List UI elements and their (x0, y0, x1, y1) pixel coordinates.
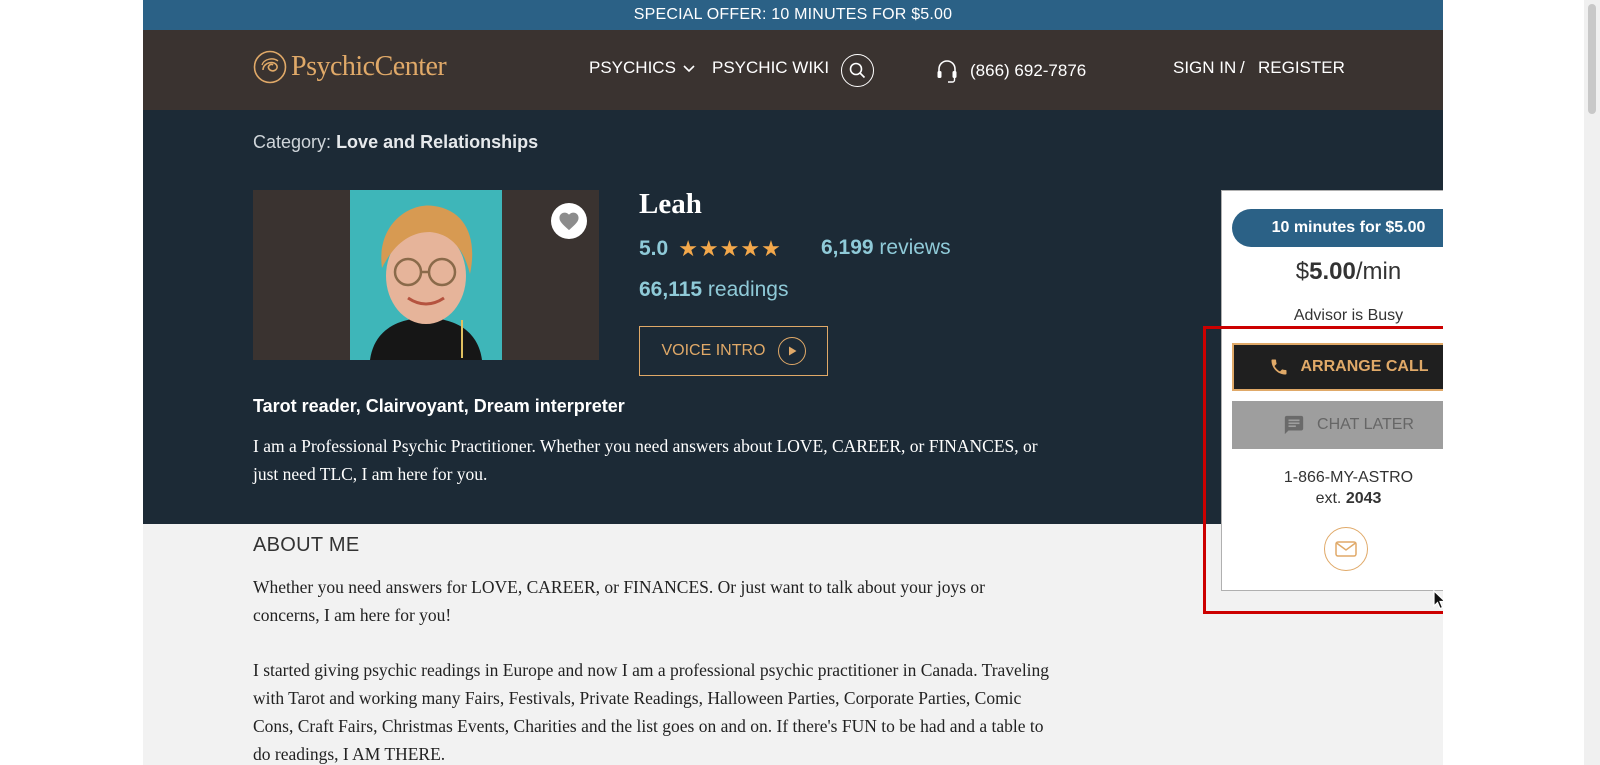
advisor-specialties: Tarot reader, Clairvoyant, Dream interpr… (253, 396, 625, 416)
about-paragraph: I started giving psychic readings in Eur… (253, 660, 1050, 764)
rating: 5.0 ★★★★★ (639, 236, 782, 262)
phone-number[interactable]: 1-866-MY-ASTRO (1222, 467, 1443, 488)
rate-value: 5.00 (1309, 258, 1356, 285)
advisor-phone-extension: 1-866-MY-ASTRO ext. 2043 (1222, 467, 1443, 509)
advisor-status: Advisor is Busy (1293, 307, 1404, 324)
contact-card: 10 minutes for $5.00 $5.00/min Advisor i… (1221, 190, 1443, 591)
ext-label: ext. (1315, 490, 1342, 507)
search-button[interactable] (841, 54, 874, 87)
nav-psychics-label: PSYCHICS (589, 58, 676, 77)
nav-phone-number: (866) 692-7876 (970, 61, 1087, 80)
chevron-down-icon (683, 65, 695, 73)
register-link[interactable]: REGISTER (1258, 58, 1345, 78)
main-nav: PsychicCenter PSYCHICS PSYCHIC WIKI (866… (143, 30, 1443, 110)
star-icon: ★★★★★ (678, 236, 782, 261)
readings-label: readings (707, 278, 789, 301)
category-line: Category: Love and Relationships (253, 132, 538, 153)
chat-later-button[interactable]: CHAT LATER (1232, 401, 1443, 449)
scrollbar[interactable] (1584, 0, 1600, 765)
sign-in-link[interactable]: SIGN IN (1173, 58, 1236, 78)
chat-later-label: CHAT LATER (1317, 416, 1414, 433)
category-link[interactable]: Love and Relationships (336, 132, 538, 152)
play-icon (777, 337, 806, 365)
logo-mark-icon (253, 50, 287, 84)
ext-number: 2043 (1345, 490, 1382, 507)
search-icon (849, 62, 866, 79)
scrollbar-thumb[interactable] (1588, 4, 1596, 114)
reviews-label: reviews (879, 236, 951, 259)
nav-separator: / (1240, 58, 1245, 77)
headset-icon (937, 60, 957, 83)
heart-icon (559, 212, 579, 231)
cursor-icon (1433, 590, 1443, 610)
arrange-call-label: ARRANGE CALL (1300, 358, 1429, 375)
voice-intro-button[interactable]: VOICE INTRO (639, 326, 828, 376)
page: SPECIAL OFFER: 10 MINUTES FOR $5.00 Psyc… (143, 0, 1443, 765)
send-message-button[interactable] (1324, 527, 1368, 571)
readings-count-line: 66,115 readings (639, 278, 788, 302)
reviews-count: 6,199 (821, 236, 874, 259)
extension-line: ext. 2043 (1222, 488, 1443, 509)
phone-icon (1271, 359, 1286, 375)
voice-intro-label: VOICE INTRO (661, 342, 766, 359)
mail-icon (1335, 541, 1357, 557)
special-offer-banner[interactable]: SPECIAL OFFER: 10 MINUTES FOR $5.00 (143, 0, 1443, 30)
advisor-name: Leah (639, 188, 702, 220)
nav-psychic-wiki[interactable]: PSYCHIC WIKI (712, 58, 829, 78)
readings-count: 66,115 (639, 278, 703, 301)
nav-phone[interactable]: (866) 692-7876 (936, 58, 1086, 84)
logo[interactable]: PsychicCenter (253, 50, 447, 84)
logo-text: PsychicCenter (291, 51, 447, 82)
rate-unit: /min (1355, 258, 1402, 285)
nav-psychics-menu[interactable]: PSYCHICS (589, 58, 696, 78)
favorite-button[interactable] (551, 203, 587, 239)
advisor-photo (350, 190, 502, 360)
rate-currency: $ (1295, 258, 1310, 285)
about-paragraph: Whether you need answers for LOVE, CAREE… (253, 577, 985, 625)
chat-icon (1284, 415, 1304, 435)
rating-value: 5.0 (639, 237, 669, 260)
price-per-minute: $5.00/min (1222, 258, 1443, 286)
category-label: Category: (253, 132, 332, 152)
about-me-title: ABOUT ME (253, 534, 360, 556)
reviews-link[interactable]: 6,199 reviews (821, 236, 951, 260)
advisor-intro: I am a Professional Psychic Practitioner… (253, 436, 1038, 484)
advisor-photo-frame (253, 190, 599, 360)
about-me-section: ABOUT ME Whether you need answers for LO… (253, 534, 1053, 765)
offer-pill[interactable]: 10 minutes for $5.00 (1232, 209, 1443, 247)
arrange-call-button[interactable]: ARRANGE CALL (1232, 343, 1443, 391)
advisor-portrait-image (350, 190, 502, 360)
about-me-text: Whether you need answers for LOVE, CAREE… (253, 573, 1053, 765)
